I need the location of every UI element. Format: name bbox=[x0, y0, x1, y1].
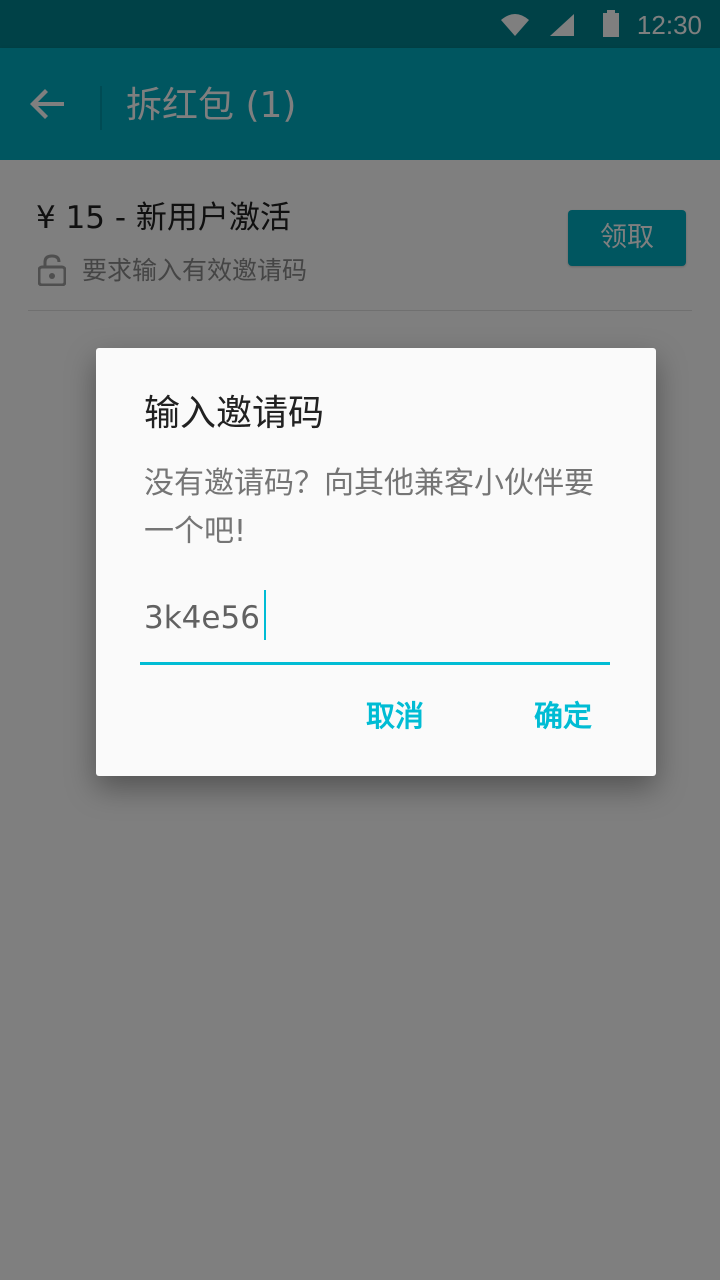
invite-code-value[interactable]: 3k4e56 bbox=[144, 598, 260, 638]
dialog-message: 没有邀请码？向其他兼客小伙伴要一个吧! bbox=[144, 466, 594, 549]
invite-code-dialog: 输入邀请码 没有邀请码？向其他兼客小伙伴要一个吧! 3k4e56 取消 确定 bbox=[96, 348, 656, 776]
screen: 12:30 拆红包 (1) ¥ 15 - 新用户激活 要求输入有效邀请码 领取 … bbox=[0, 0, 720, 1280]
invite-code-input[interactable]: 3k4e56 bbox=[140, 586, 610, 665]
cancel-button[interactable]: 取消 bbox=[340, 694, 450, 738]
text-cursor bbox=[264, 590, 266, 640]
dialog-title: 输入邀请码 bbox=[144, 393, 325, 434]
confirm-button[interactable]: 确定 bbox=[508, 694, 618, 738]
